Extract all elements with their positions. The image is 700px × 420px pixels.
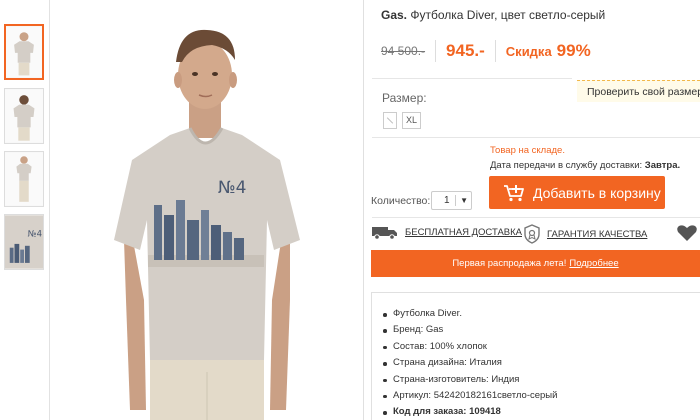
promo-banner: Первая распродажа лета! Подробнее (371, 250, 700, 277)
free-delivery-link[interactable]: БЕСПЛАТНАЯ ДОСТАВКА (371, 224, 522, 240)
product-specs: Футболка Diver. Бренд: Gas Состав: 100% … (371, 292, 700, 420)
price-row: 94 500.- 945.- Скидка 99% (381, 40, 591, 62)
thumbnail-print-detail[interactable]: №4 (4, 214, 44, 270)
spec-item: Состав: 100% хлопок (382, 339, 557, 355)
product-info-panel: Gas. Футболка Diver, цвет светло-серый 9… (364, 0, 700, 420)
current-price: 945.- (446, 41, 485, 60)
promo-text: Первая распродажа лета! (452, 258, 567, 269)
order-code: Код для заказа: 109418 (382, 404, 557, 420)
delivery-date: Дата передачи в службу доставки: Завтра. (490, 160, 680, 171)
spec-item: Бренд: Gas (382, 322, 557, 338)
size-label: Размер: (382, 91, 427, 105)
product-title: Gas. Футболка Diver, цвет светло-серый (381, 8, 605, 22)
svg-text:№4: №4 (28, 229, 42, 239)
divider (372, 78, 572, 79)
divider (372, 137, 700, 138)
spec-item: Страна дизайна: Италия (382, 355, 557, 371)
heart-icon (677, 225, 697, 241)
price-separator (435, 40, 437, 62)
thumbnail-strip: №4 (0, 0, 50, 420)
spec-item: Артикул: 542420182161светло-серый (382, 388, 557, 404)
wishlist-link[interactable] (676, 224, 700, 242)
spec-item: Страна-изготовитель: Индия (382, 372, 557, 388)
specs-list: Футболка Diver. Бренд: Gas Состав: 100% … (382, 306, 557, 420)
old-price: 94 500.- (381, 44, 426, 58)
quantity-label: Количество: (371, 195, 431, 207)
select-separator (455, 195, 456, 206)
discount-label: Скидка (505, 43, 552, 59)
thumbnail-front[interactable] (4, 24, 44, 80)
stock-status: Товар на складе. (490, 145, 565, 156)
free-delivery-label: БЕСПЛАТНАЯ ДОСТАВКА (405, 226, 522, 238)
chevron-down-icon: ▼ (460, 196, 468, 205)
product-main-image[interactable]: №4 (52, 0, 362, 420)
add-to-cart-button[interactable]: Добавить в корзину (489, 176, 665, 209)
thumbnail-back[interactable] (4, 88, 44, 144)
product-brand: Gas. (381, 8, 408, 22)
spec-item: Футболка Diver. (382, 306, 557, 322)
price-separator (494, 40, 496, 62)
promo-more-link[interactable]: Подробнее (569, 258, 618, 269)
quantity-value: 1 (444, 195, 450, 206)
order-code-value: 109418 (469, 406, 501, 418)
quality-guarantee-label: ГАРАНТИЯ КАЧЕСТВА (547, 228, 648, 240)
quantity-select[interactable]: 1 ▼ (431, 191, 472, 210)
add-to-cart-label: Добавить в корзину (533, 184, 661, 201)
delivery-value: Завтра. (644, 160, 681, 171)
size-option-xl[interactable]: XL (402, 112, 421, 129)
thumbnail-full[interactable] (4, 151, 44, 207)
quality-guarantee-link[interactable]: ГАРАНТИЯ КАЧЕСТВА (523, 224, 647, 244)
truck-icon (372, 227, 397, 240)
check-size-link[interactable]: Проверить свой размер (577, 80, 700, 102)
product-name: Футболка Diver, цвет светло-серый (410, 8, 606, 22)
divider (372, 217, 700, 218)
order-code-label: Код для заказа: (393, 406, 467, 418)
delivery-label: Дата передачи в службу доставки: (490, 160, 643, 171)
size-option-unavailable (383, 112, 397, 129)
shield-icon (524, 224, 540, 244)
discount-value: 99% (556, 41, 591, 60)
cart-plus-icon (504, 184, 524, 201)
shirt-print-number: №4 (218, 178, 247, 198)
